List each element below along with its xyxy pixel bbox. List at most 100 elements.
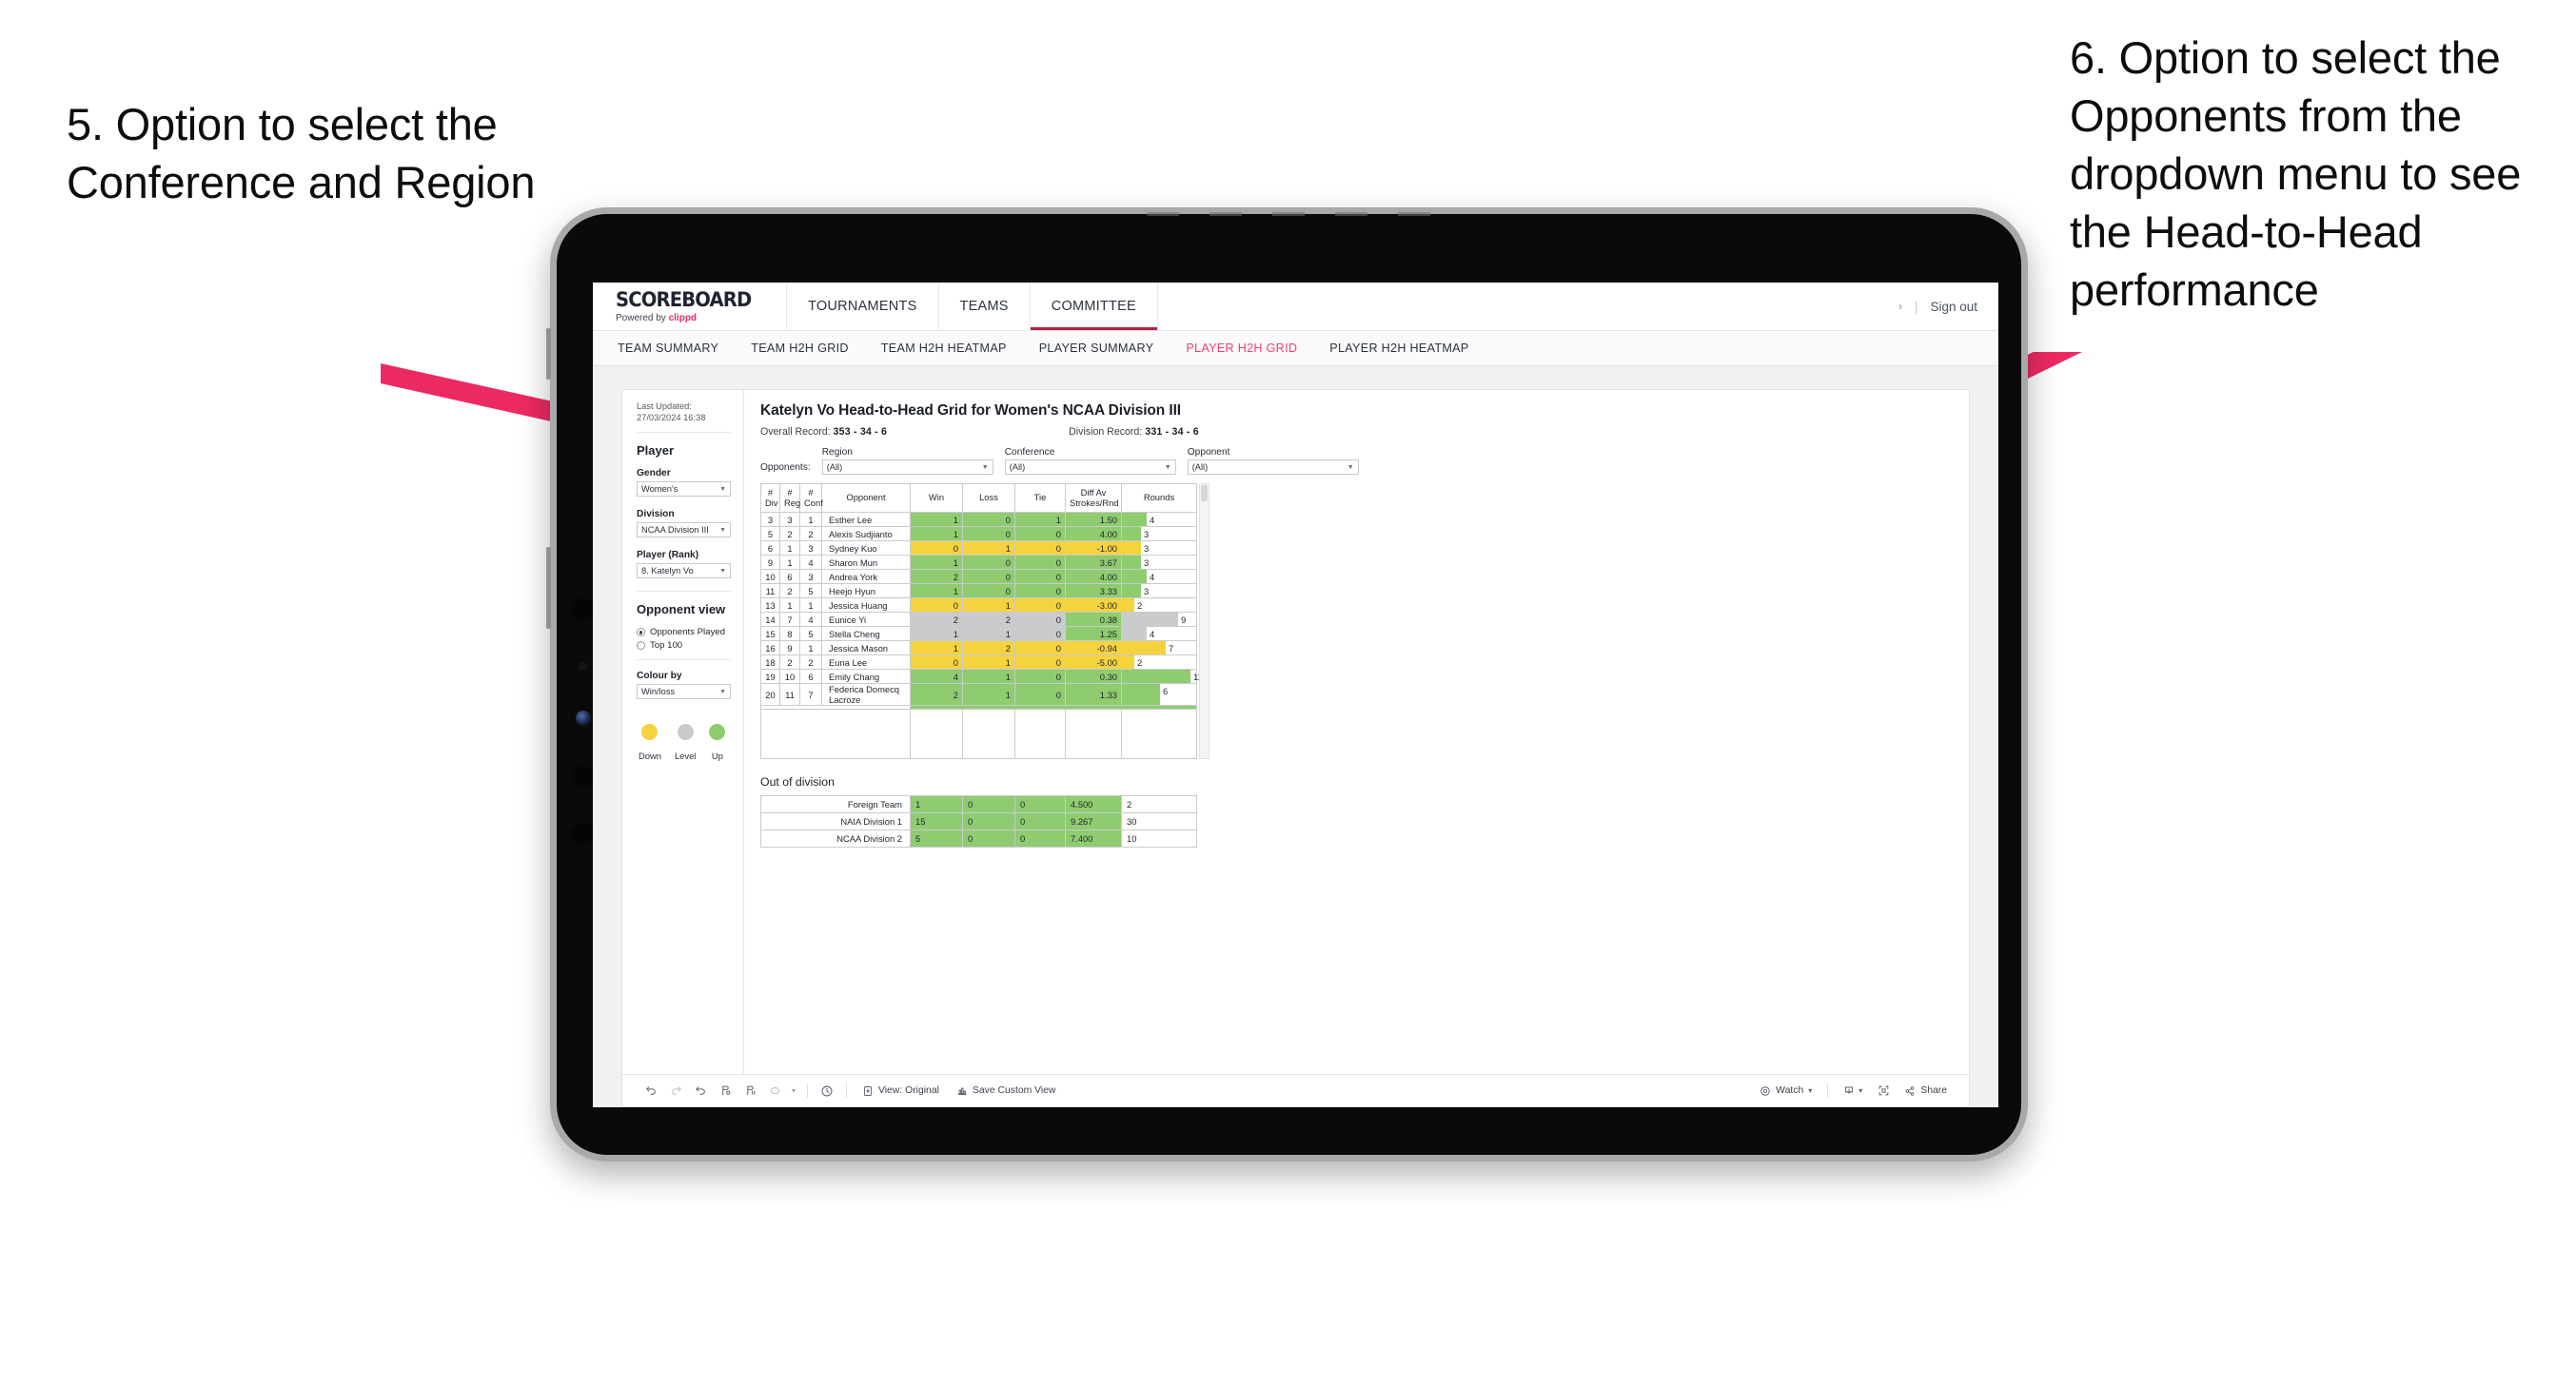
brand-name: SCOREBOARD <box>616 287 752 311</box>
sign-out-link[interactable]: Sign out <box>1930 300 1977 314</box>
tablet-device-frame: SCOREBOARD Powered by clippd TOURNAMENTS… <box>546 207 2028 1162</box>
subnav-tab-team-h2h-grid[interactable]: TEAM H2H GRID <box>751 342 849 355</box>
cell-div: 13 <box>760 597 780 613</box>
filter-colour-by-label: Colour by <box>637 671 682 682</box>
table-row[interactable]: NCAA Division 2 5 0 0 7.400 10 <box>760 830 1197 848</box>
radio-opponents-played[interactable]: Opponents Played <box>637 627 731 637</box>
redo-icon[interactable] <box>663 1084 688 1097</box>
col-diff: Diff Av Strokes/Rnd <box>1065 483 1122 513</box>
subnav-tab-player-h2h-grid[interactable]: PLAYER H2H GRID <box>1186 342 1297 355</box>
opponent-view-title: Opponent view <box>637 602 726 617</box>
table-row[interactable]: 16 9 1 Jessica Mason 1 2 0 -0.94 7 <box>760 640 1197 655</box>
history-icon[interactable] <box>815 1084 839 1098</box>
rounds-value: 3 <box>1144 586 1150 596</box>
chevron-right-icon[interactable]: › <box>1898 300 1902 313</box>
chevron-down-icon: ▼ <box>1164 463 1171 471</box>
brand-powered-prefix: Powered by <box>616 312 669 323</box>
h2h-table-head: # Div # Reg # Conf Opponent Win Loss Tie Di… <box>760 483 1197 513</box>
table-row[interactable]: Foreign Team 1 0 0 4.500 2 <box>760 795 1197 813</box>
table-row[interactable]: 3 3 1 Esther Lee 1 0 1 1.50 4 <box>760 512 1197 527</box>
filter-region-select[interactable]: (All) ▼ <box>821 459 993 475</box>
undo-icon[interactable] <box>639 1084 663 1097</box>
chevron-down-icon: ▼ <box>719 688 726 695</box>
rounds-value: 2 <box>1137 600 1143 611</box>
dashboard-body: Last Updated: 27/03/2024 16:38 Player Ge… <box>622 390 1969 1074</box>
cell-opponent: Eunice Yi <box>821 612 911 627</box>
nav-tab-teams[interactable]: TEAMS <box>939 283 1031 330</box>
cell-opponent: Stella Cheng <box>821 626 911 641</box>
cell-rounds: 3 <box>1121 583 1197 598</box>
filter-colour-by-select[interactable]: Win/loss ▼ <box>637 684 731 700</box>
table-row[interactable]: 15 8 5 Stella Cheng 1 1 0 1.25 4 <box>760 626 1197 641</box>
watch-button[interactable]: Watch ▾ <box>1751 1085 1820 1097</box>
filter-conference-value: (All) <box>1009 462 1026 472</box>
rounds-bar <box>1122 584 1141 597</box>
revert-icon[interactable] <box>688 1084 713 1097</box>
table-row[interactable]: 14 7 4 Eunice Yi 2 2 0 0.38 9 <box>760 612 1197 627</box>
filter-player-rank-select[interactable]: 8. Katelyn Vo ▼ <box>637 563 731 579</box>
filter-opponent-caption: Opponent <box>1187 447 1230 458</box>
filter-division-select[interactable]: NCAA Division III ▼ <box>637 522 731 538</box>
table-row[interactable]: 19 10 6 Emily Chang 4 1 0 0.30 11 <box>760 669 1203 684</box>
rounds-value: 4 <box>1150 629 1155 639</box>
download-button[interactable]: ▾ <box>1835 1085 1871 1097</box>
table-header-row: # Div # Reg # Conf Opponent Win Loss Tie Di… <box>760 483 1197 513</box>
subnav-tab-player-summary[interactable]: PLAYER SUMMARY <box>1039 342 1154 355</box>
rounds-bar <box>1122 670 1190 683</box>
filter-opponent-select[interactable]: (All) ▼ <box>1187 459 1359 475</box>
subnav-tab-player-h2h-heatmap[interactable]: PLAYER H2H HEATMAP <box>1329 342 1468 355</box>
table-row[interactable]: 13 1 1 Jessica Huang 0 1 0 -3.00 2 <box>760 597 1197 613</box>
table-row[interactable]: 5 2 2 Alexis Sudjianto 1 0 0 4.00 3 <box>760 526 1197 541</box>
cell-div: 14 <box>760 612 780 627</box>
cell-tie: 0 <box>1014 597 1066 613</box>
cell-win: 1 <box>910 526 963 541</box>
table-row[interactable]: 18 2 2 Euna Lee 0 1 0 -5.00 2 <box>760 654 1197 670</box>
nav-tab-committee[interactable]: COMMITTEE <box>1031 283 1158 330</box>
filter-opponent: Opponent (All) ▼ <box>1187 447 1359 475</box>
screenshot-canvas: 5. Option to select the Conference and R… <box>0 0 2576 1386</box>
cell-win: 0 <box>910 540 963 556</box>
filter-gender-label: Gender <box>637 468 671 479</box>
filter-conference-select[interactable]: (All) ▼ <box>1004 459 1176 475</box>
cell-loss: 0 <box>962 569 1015 584</box>
subnav-tab-team-h2h-heatmap[interactable]: TEAM H2H HEATMAP <box>881 342 1007 355</box>
rounds-bar <box>1122 556 1141 569</box>
cell-rounds: 2 <box>1121 795 1197 813</box>
caret-glyph: ▾ <box>791 1086 796 1095</box>
table-row[interactable]: 6 1 3 Sydney Kuo 0 1 0 -1.00 3 <box>760 540 1197 556</box>
cell-loss: 0 <box>962 812 1015 830</box>
cell-win: 4 <box>910 669 963 684</box>
legend-item-down: Down <box>639 724 661 764</box>
pause-refresh-icon[interactable] <box>737 1084 762 1097</box>
refresh-icon[interactable] <box>713 1084 737 1097</box>
scrollbar-thumb[interactable] <box>1201 485 1208 501</box>
legend-label-level: Level <box>674 751 697 762</box>
opponent-filters: Opponents: Region (All) ▼ Conference (Al… <box>760 447 1954 475</box>
nav-tab-tournaments[interactable]: TOURNAMENTS <box>787 283 939 330</box>
rounds-bar <box>1122 613 1178 626</box>
pause-auto-update-icon[interactable] <box>762 1084 787 1097</box>
table-row[interactable]: NAIA Division 1 15 0 0 9.267 30 <box>760 812 1197 830</box>
table-row[interactable]: 9 1 4 Sharon Mun 1 0 0 3.67 3 <box>760 555 1197 570</box>
radio-top-100[interactable]: Top 100 <box>637 640 731 651</box>
cell-loss: 1 <box>962 669 1015 684</box>
table-row[interactable]: 11 2 5 Heejo Hyun 1 0 0 3.33 3 <box>760 583 1197 598</box>
fullscreen-icon[interactable] <box>1871 1084 1896 1097</box>
save-custom-view-button[interactable]: Save Custom View <box>948 1085 1065 1097</box>
table-scrollbar[interactable] <box>1199 483 1209 759</box>
filter-player-rank-value: 8. Katelyn Vo <box>641 566 694 576</box>
pause-caret-icon[interactable]: ▾ <box>787 1086 800 1095</box>
view-original-button[interactable]: View: Original <box>854 1085 948 1097</box>
cell-conf: 4 <box>799 612 822 627</box>
table-filler-row <box>760 709 1197 759</box>
cell-conf: 5 <box>799 626 822 641</box>
share-button[interactable]: Share <box>1896 1085 1956 1097</box>
download-caret-icon: ▾ <box>1858 1086 1863 1095</box>
filter-gender-select[interactable]: Women's ▼ <box>637 481 731 498</box>
table-row[interactable]: 20 11 7 Federica Domecq Lacroze 2 1 0 1.33 6 <box>760 683 1197 706</box>
cell-diff: 1.25 <box>1065 626 1122 641</box>
cell-opponent: Sharon Mun <box>821 555 911 570</box>
table-row[interactable]: 10 6 3 Andrea York 2 0 0 4.00 4 <box>760 569 1197 584</box>
subnav-tab-team-summary[interactable]: TEAM SUMMARY <box>618 342 718 355</box>
cell-opponent: Andrea York <box>821 569 911 584</box>
